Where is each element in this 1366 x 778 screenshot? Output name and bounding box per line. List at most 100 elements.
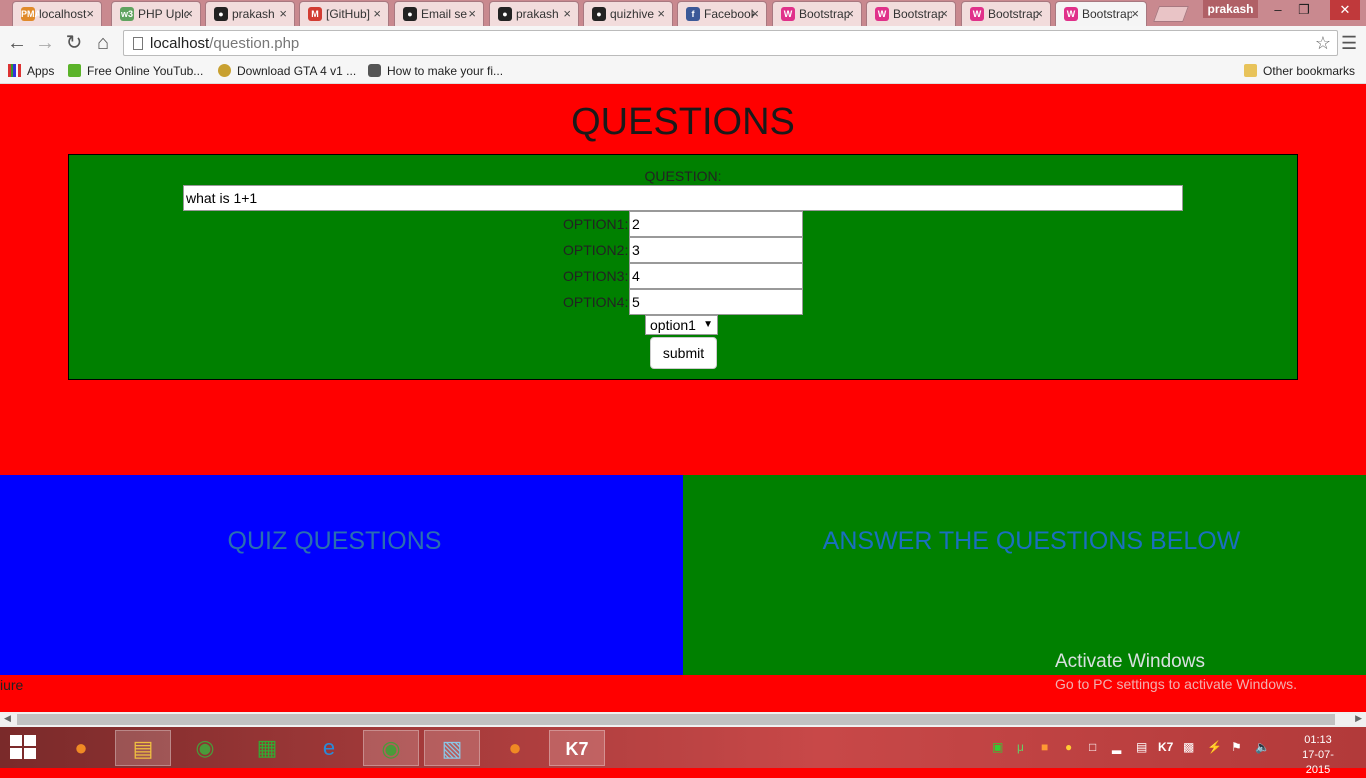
browser-tab[interactable]: W Bootstrap ×	[866, 1, 956, 26]
browser-tab[interactable]: PMA localhost ×	[12, 1, 102, 26]
option2-input[interactable]	[629, 237, 803, 263]
horizontal-scrollbar[interactable]: ◀ ▶	[0, 712, 1366, 727]
start-button[interactable]	[10, 735, 38, 761]
close-tab-icon[interactable]: ×	[185, 6, 193, 21]
footer-text: iure	[0, 677, 24, 693]
maximize-icon[interactable]: ❐	[1296, 0, 1312, 20]
back-icon[interactable]: ←	[5, 31, 29, 55]
close-tab-icon[interactable]: ×	[373, 6, 381, 21]
tab-title: Bootstrap	[893, 7, 943, 21]
browser-tab[interactable]: ● prakash ×	[489, 1, 579, 26]
browser-tab[interactable]: W Bootstrap ×	[1055, 1, 1147, 27]
option4-label: OPTION4:	[563, 294, 629, 310]
minimize-icon[interactable]: –	[1270, 0, 1286, 20]
tab-title: PHP Upload	[138, 7, 188, 21]
tab-title: localhost	[39, 7, 87, 21]
tab-title: quizhive	[610, 7, 655, 21]
option2-label: OPTION2:	[563, 242, 629, 258]
github-icon: ●	[403, 7, 417, 21]
question-input[interactable]	[183, 185, 1183, 211]
bookmark-item-youtube[interactable]: Free Online YouTub...	[68, 64, 203, 78]
bug-icon	[368, 64, 381, 77]
dropdown-arrow-icon: ▼	[703, 319, 713, 330]
profile-button[interactable]: prakash	[1203, 0, 1258, 18]
answer-panel: ANSWER THE QUESTIONS BELOW	[683, 475, 1366, 675]
answer-select[interactable]: option1 ▼	[645, 315, 718, 335]
browser-tab[interactable]: ● Email se ×	[394, 1, 484, 26]
w3schools-icon: W	[875, 7, 889, 21]
bookmark-item-howto[interactable]: How to make your fi...	[368, 64, 503, 78]
other-bookmarks[interactable]: Other bookmarks	[1244, 64, 1355, 78]
bookmark-star-icon[interactable]: ☆	[1315, 33, 1331, 54]
w3schools-icon: w3	[120, 7, 134, 21]
utorrent-icon[interactable]: μ	[1017, 740, 1024, 754]
tab-title: prakash	[232, 7, 275, 21]
firefox-taskbar-icon[interactable]: ●	[53, 730, 109, 766]
browser-tab[interactable]: ● prakash ×	[205, 1, 295, 26]
close-tab-icon[interactable]: ×	[1131, 6, 1139, 21]
home-icon[interactable]: ⌂	[91, 31, 115, 55]
scrollbar-thumb[interactable]	[17, 714, 1335, 725]
browser-tab[interactable]: M [GitHub] ×	[299, 1, 389, 26]
page-title: QUESTIONS	[571, 101, 795, 143]
volume-icon[interactable]: 🔈	[1255, 740, 1270, 754]
monitor-icon[interactable]: ▤	[1136, 740, 1147, 754]
forward-icon[interactable]: →	[33, 31, 57, 55]
close-tab-icon[interactable]: ×	[1035, 6, 1043, 21]
scroll-left-icon[interactable]: ◀	[4, 713, 11, 724]
scroll-right-icon[interactable]: ▶	[1355, 713, 1362, 724]
close-tab-icon[interactable]: ×	[940, 6, 948, 21]
option-row-4: OPTION4:	[563, 289, 803, 315]
close-tab-icon[interactable]: ×	[751, 6, 759, 21]
quiz-questions-panel: QUIZ QUESTIONS	[0, 475, 683, 675]
store-icon[interactable]: ▦	[239, 730, 295, 766]
k7-tray-icon[interactable]: K7	[1158, 740, 1173, 754]
close-tab-icon[interactable]: ×	[468, 6, 476, 21]
page-icon	[133, 37, 143, 50]
browser-tab[interactable]: f Facebook ×	[677, 1, 767, 26]
tray-yellow-icon[interactable]: ●	[1065, 740, 1072, 754]
tray-orange-icon[interactable]: ■	[1041, 740, 1048, 754]
browser-tab[interactable]: W Bootstrap ×	[961, 1, 1051, 26]
new-tab-button[interactable]	[1153, 6, 1189, 22]
option4-input[interactable]	[629, 289, 803, 315]
chrome-active-taskbar-icon[interactable]: ◉	[363, 730, 419, 766]
tray-green-icon[interactable]: ▣	[992, 740, 1003, 754]
close-tab-icon[interactable]: ×	[657, 6, 665, 21]
tray-device-icon[interactable]: ▩	[1183, 740, 1194, 754]
firefox-second-taskbar-icon[interactable]: ●	[487, 730, 543, 766]
flag-icon[interactable]: ⚑	[1231, 740, 1242, 754]
reload-icon[interactable]: ↻	[62, 31, 86, 55]
tab-title: Bootstrap	[799, 7, 849, 21]
file-explorer-icon[interactable]: ▤	[115, 730, 171, 766]
phpmyadmin-icon: PMA	[21, 7, 41, 21]
close-tab-icon[interactable]: ×	[279, 6, 287, 21]
answer-select-value: option1	[650, 317, 696, 333]
close-tab-icon[interactable]: ×	[846, 6, 854, 21]
close-window-icon[interactable]: ✕	[1330, 0, 1360, 20]
browser-tab[interactable]: W Bootstrap ×	[772, 1, 862, 26]
chrome-taskbar-icon[interactable]: ◉	[177, 730, 233, 766]
internet-explorer-icon[interactable]: e	[301, 730, 357, 766]
chrome-menu-icon[interactable]: ☰	[1341, 33, 1357, 54]
bookmark-apps[interactable]: Apps	[8, 64, 54, 78]
option1-input[interactable]	[629, 211, 803, 237]
browser-tab[interactable]: ● quizhive ×	[583, 1, 673, 26]
network-icon[interactable]: ▂	[1112, 740, 1121, 754]
taskbar-clock[interactable]: 01:13 17-07-2015	[1290, 733, 1346, 778]
gta-icon	[218, 64, 231, 77]
power-icon[interactable]: ⚡	[1207, 740, 1222, 754]
address-bar[interactable]: localhost/question.php ☆	[123, 30, 1338, 56]
close-tab-icon[interactable]: ×	[563, 6, 571, 21]
keyboard-icon[interactable]: □	[1089, 740, 1096, 754]
tab-title: Bootstrap	[988, 7, 1038, 21]
tab-title: Facebook	[704, 7, 754, 21]
notepad-icon[interactable]: ▧	[424, 730, 480, 766]
browser-tab[interactable]: w3 PHP Upload×	[111, 1, 201, 26]
option3-input[interactable]	[629, 263, 803, 289]
close-tab-icon[interactable]: ×	[86, 6, 94, 21]
url-text: localhost/question.php	[150, 35, 300, 52]
bookmark-item-gta[interactable]: Download GTA 4 v1 ...	[218, 64, 356, 78]
k7-antivirus-icon[interactable]: K7	[549, 730, 605, 766]
submit-button[interactable]: submit	[650, 337, 717, 369]
